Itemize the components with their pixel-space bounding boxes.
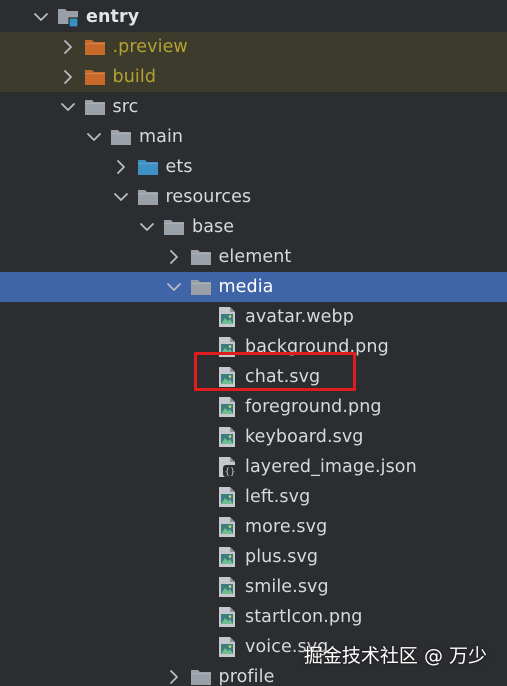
folder-icon <box>190 247 212 267</box>
source-folder-icon <box>137 157 159 177</box>
chevron-down-icon[interactable] <box>137 217 157 237</box>
tree-item-label: plus.svg <box>245 547 319 567</box>
tree-row-resources[interactable]: resources <box>0 182 507 212</box>
folder-icon <box>163 217 185 237</box>
tree-item-label: profile <box>218 667 275 686</box>
tree-row-build[interactable]: build <box>0 62 507 92</box>
tree-item-label: .preview <box>112 37 188 57</box>
tree-row-preview[interactable]: .preview <box>0 32 507 62</box>
svg-text:{}: {} <box>225 468 236 478</box>
tree-row-ets[interactable]: ets <box>0 152 507 182</box>
tree-item-label: avatar.webp <box>245 307 354 327</box>
tree-row-left-svg[interactable]: left.svg <box>0 482 507 512</box>
tree-item-label: resources <box>165 187 252 207</box>
tree-row-entry[interactable]: entry <box>0 2 507 32</box>
tree-row-src[interactable]: src <box>0 92 507 122</box>
excluded-folder-icon <box>84 67 106 87</box>
tree-row-media[interactable]: media <box>0 272 507 302</box>
tree-item-label: more.svg <box>245 517 328 537</box>
tree-item-label: foreground.png <box>245 397 382 417</box>
tree-item-label: media <box>218 277 274 297</box>
highlight-box <box>194 352 356 391</box>
tree-row-keyboard-svg[interactable]: keyboard.svg <box>0 422 507 452</box>
tree-item-label: smile.svg <box>245 577 329 597</box>
tree-row-foreground-png[interactable]: foreground.png <box>0 392 507 422</box>
tree-row-avatar-webp[interactable]: avatar.webp <box>0 302 507 332</box>
folder-icon <box>110 127 132 147</box>
folder-icon <box>137 187 159 207</box>
watermark: 掘金技术社区 @ 万少 <box>303 645 487 667</box>
image-file-icon <box>216 636 238 657</box>
tree-item-label: entry <box>86 7 140 27</box>
folder-icon <box>84 97 106 117</box>
image-file-icon <box>216 486 238 507</box>
tree-row-layered-image-json[interactable]: {} layered_image.json <box>0 452 507 482</box>
image-file-icon <box>216 426 238 447</box>
chevron-right-icon[interactable] <box>58 37 78 57</box>
chevron-right-icon[interactable] <box>58 67 78 87</box>
tree-item-label: src <box>112 97 139 117</box>
chevron-down-icon[interactable] <box>58 97 78 117</box>
project-tree: entry .preview build src main ets resources bas… <box>0 0 507 686</box>
chevron-down-icon[interactable] <box>31 7 51 27</box>
tree-row-element[interactable]: element <box>0 242 507 272</box>
image-file-icon <box>216 396 238 417</box>
image-file-icon <box>216 306 238 327</box>
tree-row-smile-svg[interactable]: smile.svg <box>0 572 507 602</box>
tree-row-base[interactable]: base <box>0 212 507 242</box>
chevron-down-icon[interactable] <box>164 277 184 297</box>
excluded-folder-icon <box>84 37 106 57</box>
tree-row-starticon-png[interactable]: startIcon.png <box>0 602 507 632</box>
chevron-right-icon[interactable] <box>164 667 184 686</box>
chevron-right-icon[interactable] <box>111 157 131 177</box>
folder-icon <box>190 667 212 686</box>
image-file-icon <box>216 576 238 597</box>
chevron-down-icon[interactable] <box>111 187 131 207</box>
chevron-right-icon[interactable] <box>164 247 184 267</box>
tree-item-label: element <box>218 247 292 267</box>
image-file-icon <box>216 516 238 537</box>
tree-item-label: startIcon.png <box>245 607 363 627</box>
tree-item-label: main <box>139 127 184 147</box>
image-file-icon <box>216 606 238 627</box>
tree-row-more-svg[interactable]: more.svg <box>0 512 507 542</box>
tree-row-main[interactable]: main <box>0 122 507 152</box>
tree-item-label: build <box>112 67 157 87</box>
image-file-icon <box>216 546 238 567</box>
tree-item-label: base <box>192 217 235 237</box>
tree-item-label: layered_image.json <box>245 457 417 477</box>
module-folder-icon <box>57 6 79 28</box>
tree-item-label: left.svg <box>245 487 311 507</box>
folder-icon <box>190 277 212 297</box>
chevron-down-icon[interactable] <box>84 127 104 147</box>
tree-item-label: keyboard.svg <box>245 427 364 447</box>
json-file-icon: {} <box>216 456 238 478</box>
tree-item-label: ets <box>165 157 193 177</box>
tree-row-plus-svg[interactable]: plus.svg <box>0 542 507 572</box>
